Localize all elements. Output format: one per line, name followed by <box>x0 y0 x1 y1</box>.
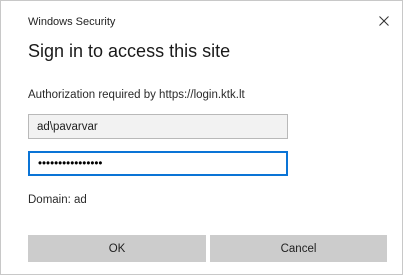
domain-label: Domain: ad <box>28 194 87 206</box>
username-input[interactable] <box>28 114 288 139</box>
window-title: Windows Security <box>28 16 116 28</box>
close-button[interactable] <box>370 9 398 33</box>
cancel-button[interactable]: Cancel <box>210 235 387 262</box>
authorization-message: Authorization required by https://login.… <box>28 89 245 101</box>
close-icon <box>379 16 389 26</box>
dialog-heading: Sign in to access this site <box>28 41 231 61</box>
password-input[interactable] <box>28 151 288 176</box>
title-bar: Windows Security <box>1 1 402 37</box>
windows-security-dialog: Windows Security Sign in to access this … <box>0 0 403 275</box>
ok-button[interactable]: OK <box>28 235 206 262</box>
